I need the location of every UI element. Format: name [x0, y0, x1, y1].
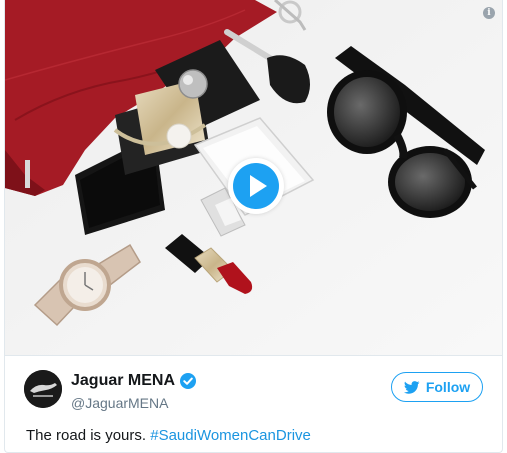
follow-label: Follow: [425, 379, 471, 395]
tweet-card[interactable]: i Jaguar MENA @JaguarMENA Follow The roa…: [4, 0, 503, 453]
info-icon[interactable]: i: [483, 7, 495, 19]
display-name[interactable]: Jaguar MENA: [71, 372, 175, 390]
play-icon: [233, 163, 279, 209]
account-handle[interactable]: @JaguarMENA: [71, 395, 168, 411]
tweet-text: The road is yours. #SaudiWomenCanDrive: [26, 427, 311, 444]
follow-button[interactable]: Follow: [391, 372, 483, 402]
play-button[interactable]: [228, 158, 284, 214]
twitter-bird-icon: [403, 380, 420, 394]
video-thumbnail[interactable]: i: [5, 0, 502, 355]
verified-badge-icon: [180, 373, 196, 389]
avatar[interactable]: [24, 370, 62, 408]
tweet-body: The road is yours.: [26, 427, 147, 444]
hashtag-link[interactable]: #SaudiWomenCanDrive: [150, 427, 311, 444]
jaguar-logo-icon: [24, 370, 62, 408]
divider: [5, 355, 502, 356]
